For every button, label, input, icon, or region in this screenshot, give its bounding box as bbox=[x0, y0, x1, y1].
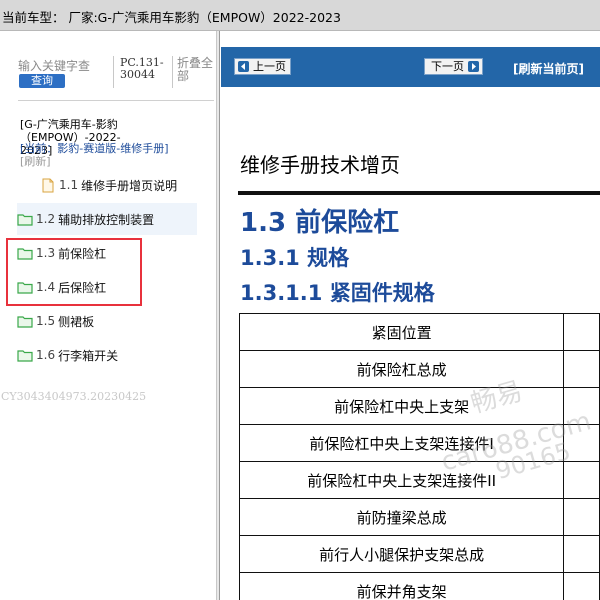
table-cell: 前保险杠中央上支架连接件II bbox=[238, 461, 565, 499]
tree-item-1-6[interactable]: 1.6 行李箱开关 bbox=[17, 340, 197, 370]
table-row: 前保险杠中央上支架连接件I bbox=[238, 424, 600, 462]
pc-code: PC.131-30044 bbox=[120, 56, 164, 81]
tree-item-label: 后保险杠 bbox=[58, 280, 107, 295]
tree-item-1-1[interactable]: 1.1 维修手册增页说明 bbox=[42, 170, 214, 200]
document-id: CY3043404973.20230425 bbox=[1, 390, 147, 403]
refresh-page-link[interactable]: [刷新当前页] bbox=[513, 60, 584, 77]
collapse-all-button[interactable]: 折叠全部 bbox=[177, 57, 217, 83]
next-page-button[interactable]: 下一页 bbox=[424, 58, 483, 75]
document-title: 维修手册技术增页 bbox=[240, 153, 400, 177]
tree-item-number: 1.3 bbox=[36, 246, 56, 260]
tree-item-number: 1.5 bbox=[36, 314, 56, 328]
tree-item-1-4[interactable]: 1.4 后保险杠 bbox=[17, 272, 197, 302]
table-cell: 前保险杠中央上支架 bbox=[238, 387, 565, 425]
table-row: 前保险杠总成 bbox=[238, 350, 600, 388]
tree-item-1-2[interactable]: 1.2 辅助排放控制装置 bbox=[17, 203, 197, 235]
fastener-spec-table: 紧固位置 前保险杠总成 前保险杠中央上支架 前保险杠中央上支架连接件I 前保险杠… bbox=[238, 313, 600, 600]
page-nav-bar: 上一页 下一页 [刷新当前页] bbox=[221, 47, 600, 87]
refresh-tree-link[interactable]: [刷新] bbox=[20, 155, 51, 168]
divider bbox=[18, 100, 214, 101]
table-row: 前行人小腿保护支架总成 bbox=[238, 535, 600, 573]
tree-item-label: 维修手册增页说明 bbox=[81, 178, 178, 193]
table-row: 前保险杠中央上支架连接件II bbox=[238, 461, 600, 499]
section-heading: 1.3 前保险杠 bbox=[240, 208, 400, 238]
table-cell: 前保险杠中央上支架连接件I bbox=[238, 424, 565, 462]
table-row: 前保险杠中央上支架 bbox=[238, 387, 600, 425]
title-rule bbox=[238, 191, 600, 195]
search-input[interactable] bbox=[18, 59, 110, 73]
table-header-cell: 紧固位置 bbox=[238, 313, 565, 351]
next-page-label: 下一页 bbox=[431, 60, 464, 73]
subsection-heading: 1.3.1 规格 bbox=[240, 246, 350, 270]
folder-icon bbox=[17, 247, 33, 260]
arrow-right-icon bbox=[468, 61, 479, 72]
divider bbox=[113, 56, 114, 88]
folder-icon bbox=[17, 213, 33, 226]
title-bar: 当前车型： 厂家:G-广汽乘用车影豹（EMPOW）2022-2023 bbox=[0, 0, 600, 31]
folder-icon bbox=[17, 349, 33, 362]
tree-item-1-5[interactable]: 1.5 侧裙板 bbox=[17, 306, 197, 336]
table-cell bbox=[563, 572, 600, 600]
tree-item-number: 1.2 bbox=[36, 212, 56, 226]
table-cell: 前防撞梁总成 bbox=[238, 498, 565, 536]
table-cell bbox=[563, 461, 600, 499]
arrow-left-icon bbox=[238, 61, 249, 72]
table-cell bbox=[563, 350, 600, 388]
table-cell bbox=[563, 424, 600, 462]
current-model-text: 当前车型： 厂家:G-广汽乘用车影豹（EMPOW）2022-2023 bbox=[2, 10, 341, 25]
page-icon bbox=[42, 178, 54, 192]
breadcrumb-current: [当前：影豹-赛道版-维修手册] bbox=[20, 142, 169, 155]
table-cell: 前行人小腿保护支架总成 bbox=[238, 535, 565, 573]
tree-item-label: 前保险杠 bbox=[58, 246, 107, 261]
tree-item-1-3[interactable]: 1.3 前保险杠 bbox=[17, 238, 197, 268]
table-cell bbox=[563, 498, 600, 536]
prev-page-button[interactable]: 上一页 bbox=[234, 58, 291, 75]
table-row: 前保并角支架 bbox=[238, 572, 600, 600]
table-cell: 前保险杠总成 bbox=[238, 350, 565, 388]
document-area: 维修手册技术增页 1.3 前保险杠 1.3.1 规格 1.3.1.1 紧固件规格… bbox=[221, 87, 600, 600]
table-row: 前防撞梁总成 bbox=[238, 498, 600, 536]
table-cell bbox=[563, 387, 600, 425]
tree-item-number: 1.6 bbox=[36, 348, 56, 362]
tree-item-number: 1.4 bbox=[36, 280, 56, 294]
content-pane: 上一页 下一页 [刷新当前页] 维修手册技术增页 1.3 前保险杠 1.3.1 … bbox=[221, 31, 600, 600]
table-header-row: 紧固位置 bbox=[238, 313, 600, 351]
folder-icon bbox=[17, 281, 33, 294]
table-cell: 前保并角支架 bbox=[238, 572, 565, 600]
search-button[interactable]: 查询 bbox=[19, 74, 65, 88]
tree-item-number: 1.1 bbox=[59, 178, 79, 192]
folder-icon bbox=[17, 315, 33, 328]
table-cell bbox=[563, 535, 600, 573]
prev-page-label: 上一页 bbox=[253, 60, 286, 73]
tree-item-label: 辅助排放控制装置 bbox=[58, 212, 155, 227]
tree-item-label: 行李箱开关 bbox=[58, 348, 119, 363]
tree-item-label: 侧裙板 bbox=[58, 314, 95, 329]
divider bbox=[172, 56, 173, 88]
sub-subsection-heading: 1.3.1.1 紧固件规格 bbox=[240, 281, 435, 305]
pane-splitter[interactable] bbox=[216, 31, 220, 600]
table-header-cell bbox=[563, 313, 600, 351]
